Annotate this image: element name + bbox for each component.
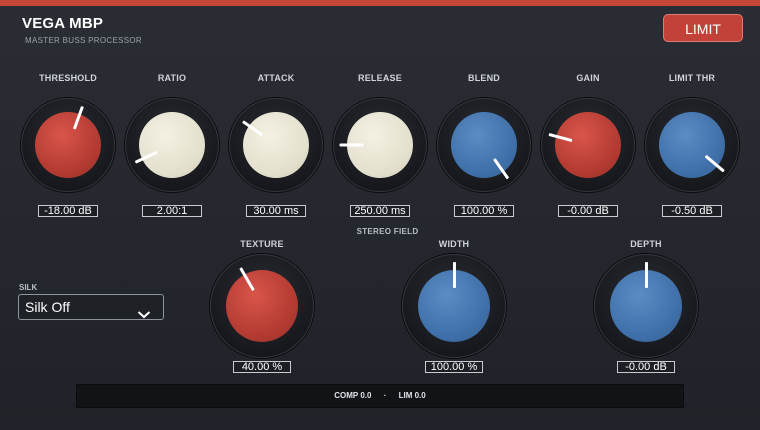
knob-value-texture[interactable]: 40.00 %: [233, 361, 291, 373]
status-readout: COMP 0.0 · LIM 0.0: [76, 384, 684, 408]
knob-pointer: [339, 143, 363, 147]
knob-value-ratio[interactable]: 2.00:1: [142, 205, 202, 217]
knob-value-threshold[interactable]: -18.00 dB: [38, 205, 98, 217]
knob-cap: [226, 270, 298, 342]
silk-selected-value: Silk Off: [25, 299, 70, 315]
knob-value-depth[interactable]: -0.00 dB: [617, 361, 675, 373]
knob-depth: DEPTH -0.00 dB: [591, 0, 701, 430]
knob-dial-texture[interactable]: [210, 254, 314, 358]
chevron-down-icon: [137, 302, 151, 326]
knob-cap: [139, 112, 205, 178]
knob-cap: [35, 112, 101, 178]
plugin-window: VEGA MBP MASTER BUSS PROCESSOR LIMIT THR…: [0, 0, 760, 430]
silk-dropdown[interactable]: Silk Off: [18, 294, 164, 320]
status-separator: ·: [383, 391, 387, 400]
lim-readout: LIM 0.0: [398, 391, 426, 400]
knob-dial-ratio[interactable]: [125, 98, 219, 192]
knob-dial-depth[interactable]: [594, 254, 698, 358]
knob-pointer: [452, 262, 456, 288]
knob-label-depth: DEPTH: [630, 239, 662, 249]
knob-texture: TEXTURE 40.00 %: [207, 0, 317, 430]
comp-readout: COMP 0.0: [334, 391, 372, 400]
knob-label-threshold: THRESHOLD: [39, 73, 97, 83]
knob-threshold: THRESHOLD -18.00 dB: [13, 0, 123, 430]
knob-dial-width[interactable]: [402, 254, 506, 358]
silk-label: SILK: [19, 283, 38, 292]
knob-pointer: [644, 262, 648, 288]
knob-dial-threshold[interactable]: [21, 98, 115, 192]
knob-label-width: WIDTH: [438, 239, 470, 249]
knob-value-width[interactable]: 100.00 %: [425, 361, 483, 373]
knob-width: WIDTH 100.00 %: [399, 0, 509, 430]
knob-label-texture: TEXTURE: [240, 239, 284, 249]
